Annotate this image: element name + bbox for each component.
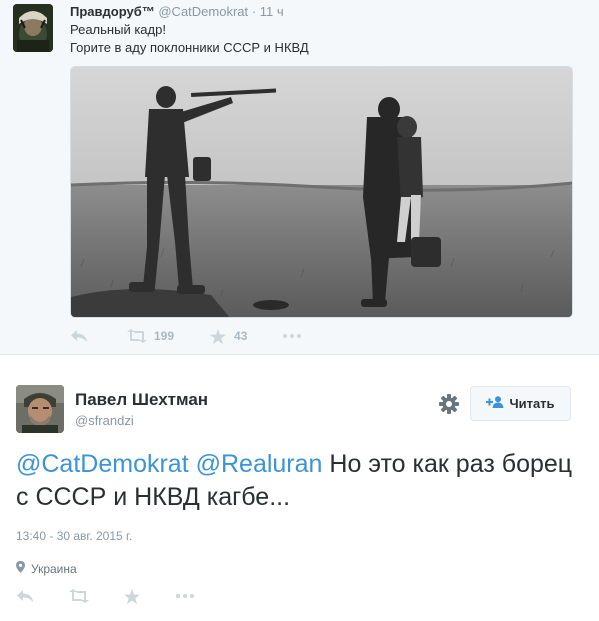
separator-dot: · [251,4,257,19]
mention-link[interactable]: @CatDemokrat [16,450,189,478]
retweet-icon[interactable] [68,589,90,603]
follow-icon [486,396,509,411]
favorite-icon[interactable] [124,588,140,604]
main-author-avatar[interactable] [16,385,64,433]
main-author-name[interactable]: Павел Шехтман [75,390,208,410]
mention-link[interactable]: @Realuran [196,450,323,478]
retweet-count: 199 [154,329,175,343]
context-tweet-text-line2: Горите в аду поклонники СССР и НКВД [70,40,309,55]
context-tweet-photo[interactable] [70,66,573,318]
favorite-button[interactable]: 43 [210,328,248,344]
location-label: Украина [31,561,77,576]
context-author-line: Правдоруб™ @CatDemokrat · 11 ч [70,4,284,19]
context-author-name[interactable]: Правдоруб™ [70,4,155,19]
reply-icon[interactable] [70,329,88,343]
more-icon[interactable] [283,334,302,338]
main-tweet-actions [16,586,194,606]
context-tweet-time[interactable]: 11 ч [260,4,284,19]
location-pin-icon [16,561,31,576]
reply-icon[interactable] [16,589,34,603]
main-author-handle[interactable]: @sfrandzi [75,413,134,428]
favorite-icon [210,328,227,344]
favorite-count: 43 [234,329,248,343]
tweet-location[interactable]: Украина [16,561,77,576]
follow-button-label: Читать [509,396,555,411]
main-tweet-text: @CatDemokrat @Realuran Но это как раз бо… [16,448,576,514]
context-tweet-actions: 199 43 [70,326,302,346]
gear-icon[interactable] [438,393,460,415]
context-author-avatar[interactable] [13,4,53,52]
retweet-icon [126,329,148,343]
context-author-handle[interactable]: @CatDemokrat [158,4,248,19]
follow-button[interactable]: Читать [470,386,571,421]
tweet-timestamp[interactable]: 13:40 - 30 авг. 2015 г. [16,529,132,543]
retweet-button[interactable]: 199 [126,329,174,343]
context-tweet: Правдоруб™ @CatDemokrat · 11 ч Реальный … [0,0,599,355]
more-icon[interactable] [176,594,194,598]
context-tweet-text-line1: Реальный кадр! [70,22,166,37]
